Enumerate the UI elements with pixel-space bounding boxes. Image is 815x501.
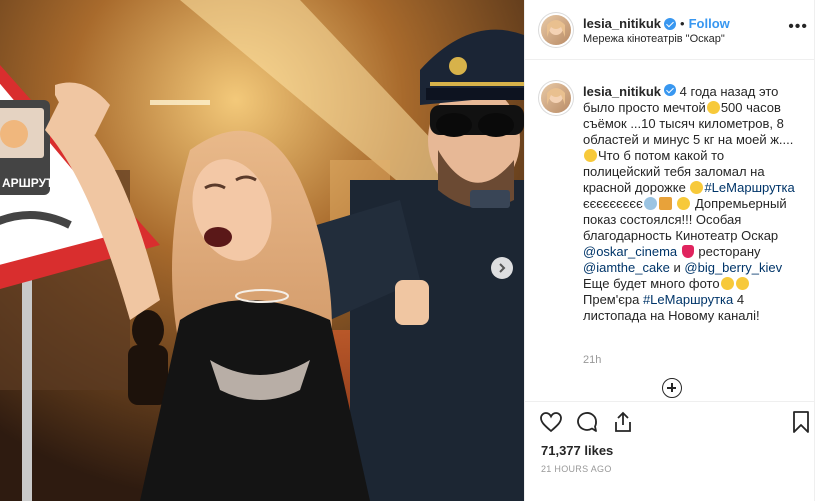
photo-illustration: АРШРУТКА <box>0 0 524 501</box>
share-svg <box>615 411 631 432</box>
caption-line: ресторану <box>694 244 761 259</box>
laughing-emoji-icon <box>584 149 597 162</box>
caption-text: lesia_nitikuk 4 года назад это было прос… <box>583 84 805 324</box>
post-photo[interactable]: АРШРУТКА <box>0 0 524 501</box>
grinning-emoji-icon <box>690 181 704 194</box>
caption-avatar[interactable] <box>541 83 571 113</box>
mention-link[interactable]: @iamthe_cake <box>583 260 670 275</box>
action-bar <box>525 401 815 441</box>
caption-line: Еще будет много фото <box>583 276 720 291</box>
smile-emoji-icon <box>706 101 720 114</box>
post-timestamp[interactable]: 21 HOURS AGO <box>541 464 612 474</box>
bookmark-icon[interactable] <box>789 410 813 434</box>
caption-timestamp[interactable]: 21h <box>583 354 601 366</box>
mention-link[interactable]: @big_berry_kiev <box>684 260 782 275</box>
chevron-right-icon <box>499 263 506 273</box>
heart-emoji-icon <box>681 245 694 258</box>
avatar[interactable] <box>541 15 571 45</box>
separator-dot: • <box>680 16 685 31</box>
post-sidebar: lesia_nitikuk • Follow Мережа кінотеатрі… <box>524 0 815 501</box>
next-photo-button[interactable] <box>491 257 513 279</box>
plus-circle-icon[interactable] <box>662 378 682 398</box>
more-options-icon[interactable]: ••• <box>788 19 808 35</box>
header-username-row: lesia_nitikuk • Follow <box>583 16 730 31</box>
heart-icon[interactable] <box>539 410 563 434</box>
share-icon[interactable] <box>611 410 635 434</box>
mention-link[interactable]: @oskar_cinema <box>583 244 677 259</box>
like-svg <box>540 412 562 433</box>
avatar-image <box>547 88 565 105</box>
comments-section: lesia_nitikuk 4 года назад это было прос… <box>525 61 815 398</box>
caption-username[interactable]: lesia_nitikuk <box>583 84 661 99</box>
comment-icon[interactable] <box>575 410 599 434</box>
caption-line: єєєєєєєєє <box>583 196 643 211</box>
heart-eyes-emoji-icon <box>720 277 734 290</box>
comment-svg <box>577 412 597 432</box>
sign-text: АРШРУТКА <box>2 176 70 190</box>
likes-count[interactable]: 71,377 likes <box>541 443 613 458</box>
hands-emoji-icon <box>735 277 749 290</box>
username-link[interactable]: lesia_nitikuk <box>583 16 661 31</box>
caption-line: Прем'єра <box>583 292 643 307</box>
bookmark-svg <box>793 411 809 433</box>
post-header: lesia_nitikuk • Follow Мережа кінотеатрі… <box>525 0 815 60</box>
gift-emoji-icon <box>658 197 672 210</box>
kiss-emoji-icon <box>677 197 691 210</box>
verified-icon <box>664 17 677 30</box>
hashtag-link[interactable]: #LеМаршрутка <box>643 292 733 307</box>
party-emoji-icon <box>643 197 657 210</box>
follow-button[interactable]: Follow <box>689 16 730 31</box>
location-link[interactable]: Мережа кінотеатрів "Оскар" <box>583 33 725 45</box>
hashtag-link[interactable]: #LеМаршрутка <box>704 180 794 195</box>
avatar-image <box>547 20 565 37</box>
instagram-post: АРШРУТКА lesia_nitikuk • Follow Мережа к… <box>0 0 815 501</box>
verified-icon <box>664 84 677 96</box>
caption-line: и <box>669 260 685 275</box>
